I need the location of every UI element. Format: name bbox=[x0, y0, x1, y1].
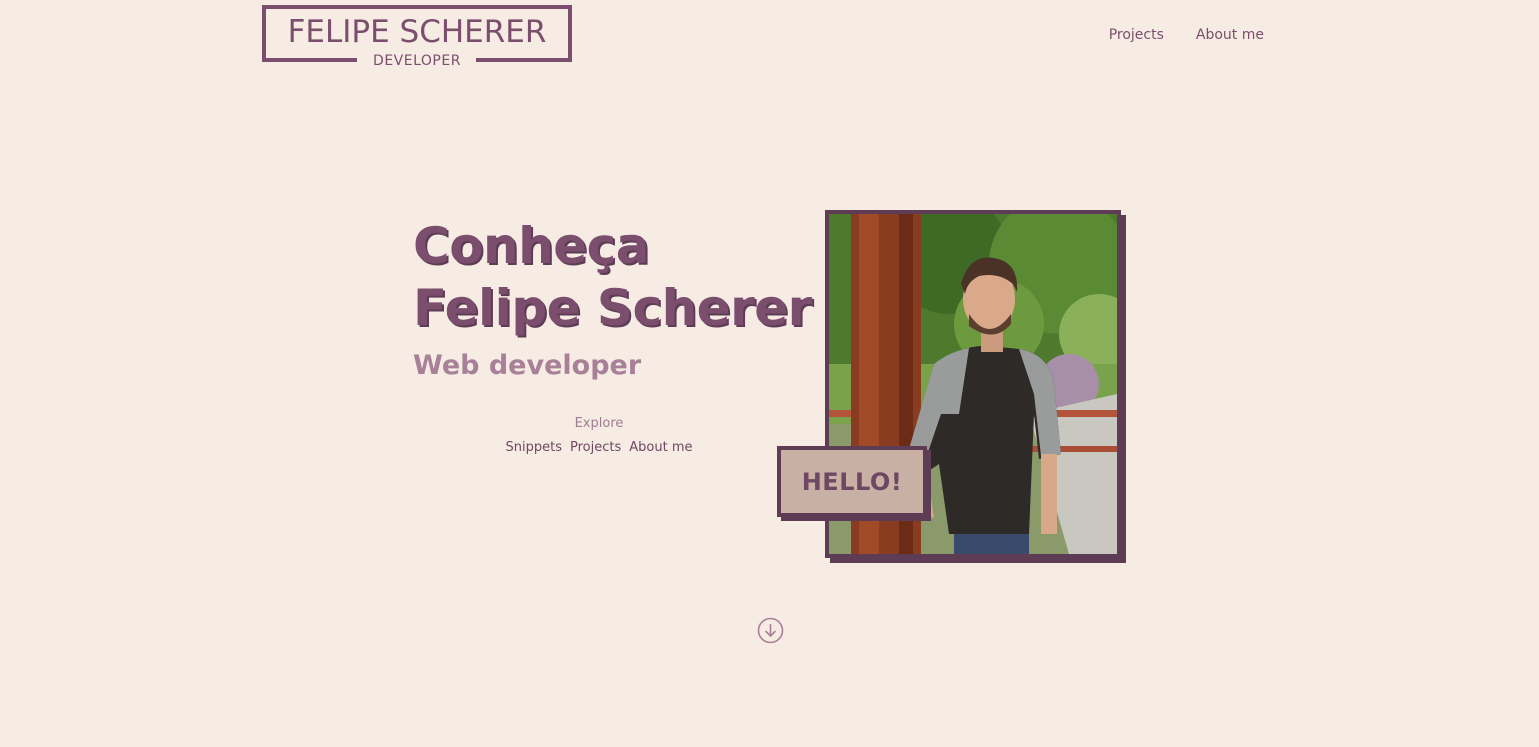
logo[interactable]: FELIPE SCHERER DEVELOPER bbox=[262, 5, 572, 69]
explore-label: Explore bbox=[574, 416, 624, 431]
explore-section: Explore Snippets Projects About me bbox=[413, 416, 785, 455]
hello-button[interactable]: HELLO! bbox=[777, 446, 927, 517]
main-nav: Projects About me bbox=[1109, 27, 1264, 43]
arrow-down-circle-icon[interactable] bbox=[757, 617, 784, 644]
hero-title: Conheça Felipe Scherer bbox=[413, 215, 812, 339]
nav-link-about-me[interactable]: About me bbox=[1196, 27, 1264, 43]
hero-title-line-2: Felipe Scherer bbox=[413, 279, 812, 337]
hello-label: HELLO! bbox=[801, 467, 903, 496]
explore-link-snippets[interactable]: Snippets bbox=[506, 440, 562, 455]
hero-subtitle: Web developer bbox=[413, 350, 642, 381]
explore-links: Snippets Projects About me bbox=[413, 440, 785, 455]
logo-name: FELIPE SCHERER bbox=[287, 14, 547, 50]
explore-link-projects[interactable]: Projects bbox=[570, 440, 621, 455]
logo-subtitle: DEVELOPER bbox=[373, 53, 461, 69]
hero-title-line-1: Conheça bbox=[413, 217, 650, 275]
nav-link-projects[interactable]: Projects bbox=[1109, 27, 1164, 43]
explore-link-about-me[interactable]: About me bbox=[629, 440, 692, 455]
